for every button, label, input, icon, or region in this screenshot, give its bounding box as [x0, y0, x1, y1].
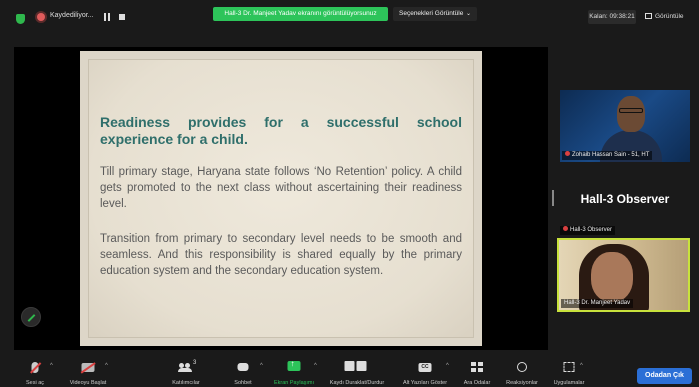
view-options-dropdown[interactable]: Seçenekleri Görüntüle ⌄: [393, 7, 477, 21]
slide-heading: Readiness provides for a successful scho…: [100, 114, 462, 147]
pause-recording-button[interactable]: [103, 13, 111, 21]
slide-paragraph-1: Till primary stage, Haryana state follow…: [100, 166, 462, 210]
share-screen-icon: [287, 359, 301, 371]
closed-captions-icon: CC: [418, 363, 432, 372]
chevron-down-icon: ⌄: [465, 11, 471, 17]
chat-bubble-icon: [237, 363, 249, 371]
participants-icon: [178, 363, 193, 372]
chevron-up-icon[interactable]: ^: [105, 363, 108, 369]
participants-label: Katılımcılar: [172, 380, 200, 386]
chevron-up-icon[interactable]: ^: [314, 363, 317, 369]
participant-face: [617, 96, 645, 132]
mic-muted-icon: [565, 151, 570, 156]
observer-video-tile[interactable]: Hall-3 Observer: [560, 165, 690, 235]
participant-name: Zohaib Hassan Sain - 51, HT: [572, 152, 650, 158]
reactions-label: Reaksiyonlar: [506, 380, 538, 386]
slide-content: Readiness provides for a successful scho…: [88, 59, 474, 338]
microphone-muted-icon: [31, 362, 39, 373]
show-captions-label: Alt Yazıları Göster: [402, 380, 448, 386]
active-speaker-video-tile[interactable]: Hall-3 Dr. Manjeet Yadav: [557, 238, 690, 312]
speaker-face: [591, 252, 633, 302]
stop-recording-button[interactable]: [119, 14, 125, 20]
recording-dot-icon: [37, 13, 45, 21]
participant-video-tile[interactable]: Zohaib Hassan Sain - 51, HT: [560, 90, 690, 162]
presentation-slide: Readiness provides for a successful scho…: [80, 51, 482, 346]
participants-count: 3: [193, 360, 197, 366]
pause-stop-recording-button[interactable]: Kaydı Duraklat/Durdur: [320, 358, 394, 387]
remaining-time: Kalan: 09:38:21: [588, 10, 636, 24]
view-options-label: Seçenekleri Görüntüle: [399, 10, 464, 17]
start-video-label: Videoyu Başlat: [69, 380, 107, 386]
chevron-up-icon[interactable]: ^: [580, 363, 583, 369]
view-button-label: Görüntüle: [655, 13, 684, 20]
observer-name-tag: Hall-3 Observer: [560, 226, 616, 235]
recording-label: Kaydediliyor...: [50, 12, 94, 19]
chevron-up-icon[interactable]: ^: [260, 363, 263, 369]
pause-stop-icon: [344, 361, 367, 371]
view-button[interactable]: Görüntüle: [645, 10, 684, 24]
speaker-name-tag: Hall-3 Dr. Manjeet Yadav: [561, 299, 634, 308]
chevron-up-icon[interactable]: ^: [446, 363, 449, 369]
chat-button[interactable]: Sohbet: [228, 358, 258, 387]
panel-resize-handle[interactable]: [552, 190, 554, 206]
unmute-label: Sesi aç: [25, 380, 45, 386]
participant-name-tag: Zohaib Hassan Sain - 51, HT: [562, 151, 653, 160]
camera-off-icon: [81, 363, 95, 372]
annotate-pen-icon[interactable]: [21, 307, 41, 327]
mic-muted-icon: [563, 226, 568, 231]
meeting-top-bar: Kaydediliyor... Hall-3 Dr. Manjeet Yadav…: [0, 0, 699, 36]
breakout-rooms-label: Ara Odalar: [463, 380, 491, 386]
apps-label: Uygulamalar: [553, 380, 585, 386]
participants-button[interactable]: 3 Katılımcılar: [166, 358, 206, 387]
chat-label: Sohbet: [234, 380, 252, 386]
glasses-shape: [619, 108, 643, 113]
grid-icon: [645, 13, 652, 19]
reactions-button[interactable]: Reaksiyonlar: [500, 358, 544, 387]
smiley-icon: [517, 362, 527, 372]
share-screen-button[interactable]: Ekran Paylaşımı: [268, 358, 320, 387]
observer-name-large: Hall-3 Observer: [580, 192, 670, 206]
leave-meeting-button[interactable]: Odadan Çık: [637, 368, 692, 384]
breakout-rooms-icon: [471, 362, 483, 372]
share-screen-label: Ekran Paylaşımı: [273, 380, 315, 386]
observer-name-small: Hall-3 Observer: [570, 227, 613, 233]
shield-icon[interactable]: [16, 14, 25, 24]
apps-icon: [563, 362, 575, 372]
pause-stop-recording-label: Kaydı Duraklat/Durdur: [329, 380, 385, 386]
breakout-rooms-button[interactable]: Ara Odalar: [456, 358, 498, 387]
screen-share-banner: Hall-3 Dr. Manjeet Yadav ekranını görünt…: [213, 7, 388, 21]
meeting-toolbar: Sesi aç ^ Videoyu Başlat ^ 3 Katılımcıla…: [0, 358, 699, 387]
apps-button[interactable]: Uygulamalar: [546, 358, 592, 387]
chevron-up-icon[interactable]: ^: [50, 363, 53, 369]
slide-paragraph-2: Transition from primary to secondary lev…: [100, 233, 462, 277]
